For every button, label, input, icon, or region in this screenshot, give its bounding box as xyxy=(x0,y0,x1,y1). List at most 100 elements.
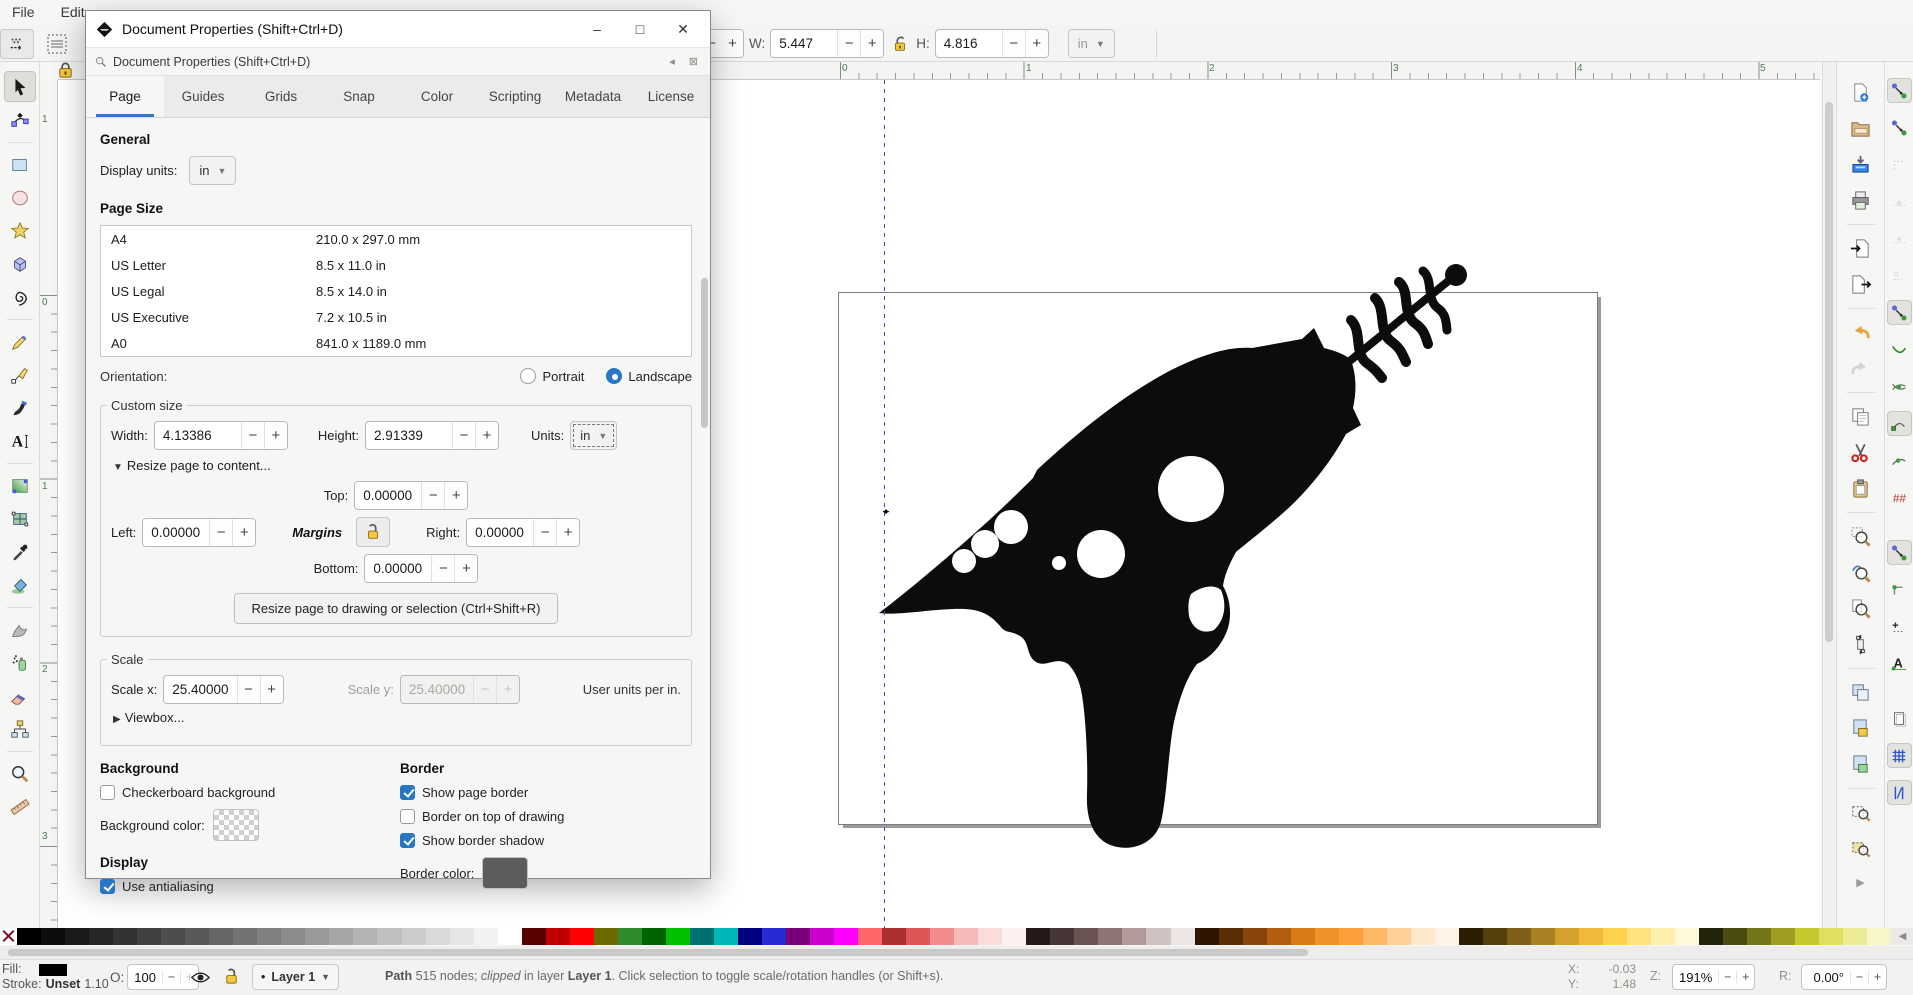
command-button[interactable] xyxy=(1844,148,1878,180)
palette-swatch[interactable] xyxy=(666,928,690,945)
command-button[interactable] xyxy=(1844,712,1878,744)
panel-close-button[interactable]: ⊠ xyxy=(685,55,702,68)
palette-swatch[interactable] xyxy=(113,928,137,945)
margin-left-spinbox[interactable]: 0.00000−+ xyxy=(142,518,256,547)
canvas-vertical-scrollbar[interactable] xyxy=(1822,62,1835,928)
portrait-radio[interactable]: Portrait xyxy=(520,368,584,384)
snap-toggle[interactable] xyxy=(1887,78,1912,103)
toolbar-units-dropdown[interactable]: in▼ xyxy=(1068,29,1115,58)
layer-lock-toggle[interactable] xyxy=(222,967,241,986)
units-dropdown[interactable]: in▼ xyxy=(570,421,617,450)
palette-swatch[interactable] xyxy=(978,928,1002,945)
palette-swatch[interactable] xyxy=(570,928,594,945)
page-size-row[interactable]: US Letter 8.5 x 11.0 in xyxy=(101,252,691,278)
toolbar-overflow-arrow[interactable]: ▶ xyxy=(1856,876,1864,889)
command-button[interactable] xyxy=(1844,112,1878,144)
palette-swatch[interactable] xyxy=(1627,928,1651,945)
dialog-tab[interactable]: Color xyxy=(398,76,476,117)
palette-swatch[interactable] xyxy=(882,928,906,945)
guide-line[interactable] xyxy=(884,80,885,928)
palette-swatch[interactable] xyxy=(1122,928,1146,945)
palette-swatch[interactable] xyxy=(498,928,522,945)
palette-swatch[interactable] xyxy=(1867,928,1891,945)
command-button[interactable] xyxy=(1844,676,1878,708)
tool-button[interactable] xyxy=(4,503,36,534)
background-color-button[interactable] xyxy=(213,809,259,841)
palette-swatch[interactable] xyxy=(1795,928,1819,945)
palette-swatch[interactable] xyxy=(137,928,161,945)
palette-swatch[interactable] xyxy=(810,928,834,945)
palette-swatch[interactable] xyxy=(1459,928,1483,945)
tool-button[interactable] xyxy=(4,569,36,600)
tool-button[interactable] xyxy=(4,614,36,645)
dialog-tab[interactable]: License xyxy=(632,76,710,117)
palette-swatch[interactable] xyxy=(209,928,233,945)
panel-float-button[interactable]: ◂ xyxy=(665,55,679,68)
snap-toggle[interactable] xyxy=(1887,300,1912,325)
palette-swatch[interactable] xyxy=(1267,928,1291,945)
palette-swatch[interactable] xyxy=(642,928,666,945)
checkerboard-checkbox[interactable]: Checkerboard background xyxy=(100,785,400,800)
tool-button[interactable]: A xyxy=(4,425,36,456)
tool-button[interactable] xyxy=(4,713,36,744)
layer-selector[interactable]: • Layer 1 ▼ xyxy=(252,964,339,990)
canvas-horizontal-scrollbar[interactable] xyxy=(0,946,1913,959)
tool-button[interactable] xyxy=(4,758,36,789)
palette-swatch[interactable] xyxy=(690,928,714,945)
selection-height-spinbox[interactable]: 4.816−+ xyxy=(935,29,1049,58)
show-page-border-checkbox[interactable]: Show page border xyxy=(400,785,692,800)
palette-swatch[interactable] xyxy=(906,928,930,945)
selection-width-spinbox[interactable]: 5.447−+ xyxy=(770,29,884,58)
palette-swatch[interactable] xyxy=(1219,928,1243,945)
palette-swatch[interactable] xyxy=(738,928,762,945)
command-button[interactable] xyxy=(1844,748,1878,780)
palette-swatch[interactable] xyxy=(1291,928,1315,945)
tool-button[interactable] xyxy=(4,359,36,390)
viewbox-expander[interactable]: ▶Viewbox... xyxy=(113,710,681,725)
no-color-swatch[interactable] xyxy=(0,928,17,945)
tool-button[interactable] xyxy=(4,104,36,135)
margins-lock-button[interactable] xyxy=(356,517,390,547)
dialog-tab[interactable]: Guides xyxy=(164,76,242,117)
palette-swatch[interactable] xyxy=(858,928,882,945)
snap-toggle[interactable] xyxy=(1887,780,1912,805)
palette-swatch[interactable] xyxy=(377,928,401,945)
command-button[interactable] xyxy=(1844,400,1878,432)
tool-button[interactable] xyxy=(4,281,36,312)
palette-swatch[interactable] xyxy=(402,928,426,945)
margin-top-spinbox[interactable]: 0.00000−+ xyxy=(354,481,468,510)
landscape-radio[interactable]: Landscape xyxy=(606,368,692,384)
palette-swatch[interactable] xyxy=(305,928,329,945)
palette-swatch[interactable] xyxy=(281,928,305,945)
tool-button[interactable] xyxy=(4,791,36,822)
palette-swatch[interactable] xyxy=(1699,928,1723,945)
tool-button[interactable] xyxy=(4,470,36,501)
snap-toggle[interactable] xyxy=(1887,706,1912,731)
vertical-ruler[interactable]: 10123 xyxy=(40,80,58,928)
palette-swatch[interactable] xyxy=(1411,928,1435,945)
tool-button[interactable] xyxy=(4,680,36,711)
palette-swatch[interactable] xyxy=(1603,928,1627,945)
opacity-spinbox[interactable]: 100−+ xyxy=(127,964,199,990)
height-spinbox[interactable]: 2.91339−+ xyxy=(365,421,499,450)
lock-guides-toggle[interactable] xyxy=(52,58,78,82)
palette-swatch[interactable] xyxy=(1579,928,1603,945)
raygun-drawing[interactable] xyxy=(840,232,1640,912)
palette-swatch[interactable] xyxy=(185,928,209,945)
snap-toggle[interactable] xyxy=(1887,411,1912,436)
margin-bottom-spinbox[interactable]: 0.00000−+ xyxy=(364,554,478,583)
palette-swatch[interactable] xyxy=(450,928,474,945)
transform-toggle-button[interactable] xyxy=(0,29,34,59)
palette-swatch[interactable] xyxy=(1747,928,1771,945)
snap-toggle[interactable] xyxy=(1887,115,1912,140)
command-button[interactable] xyxy=(1844,436,1878,468)
menu-item[interactable]: Edit xyxy=(61,4,85,26)
palette-swatch[interactable] xyxy=(1507,928,1531,945)
tool-button[interactable] xyxy=(4,326,36,357)
palette-swatch[interactable] xyxy=(714,928,738,945)
layer-visibility-toggle[interactable] xyxy=(190,967,211,988)
snap-toggle[interactable] xyxy=(1887,263,1912,288)
palette-swatch[interactable] xyxy=(1195,928,1219,945)
palette-swatch[interactable] xyxy=(546,928,570,945)
dialog-tab[interactable]: Scripting xyxy=(476,76,554,117)
